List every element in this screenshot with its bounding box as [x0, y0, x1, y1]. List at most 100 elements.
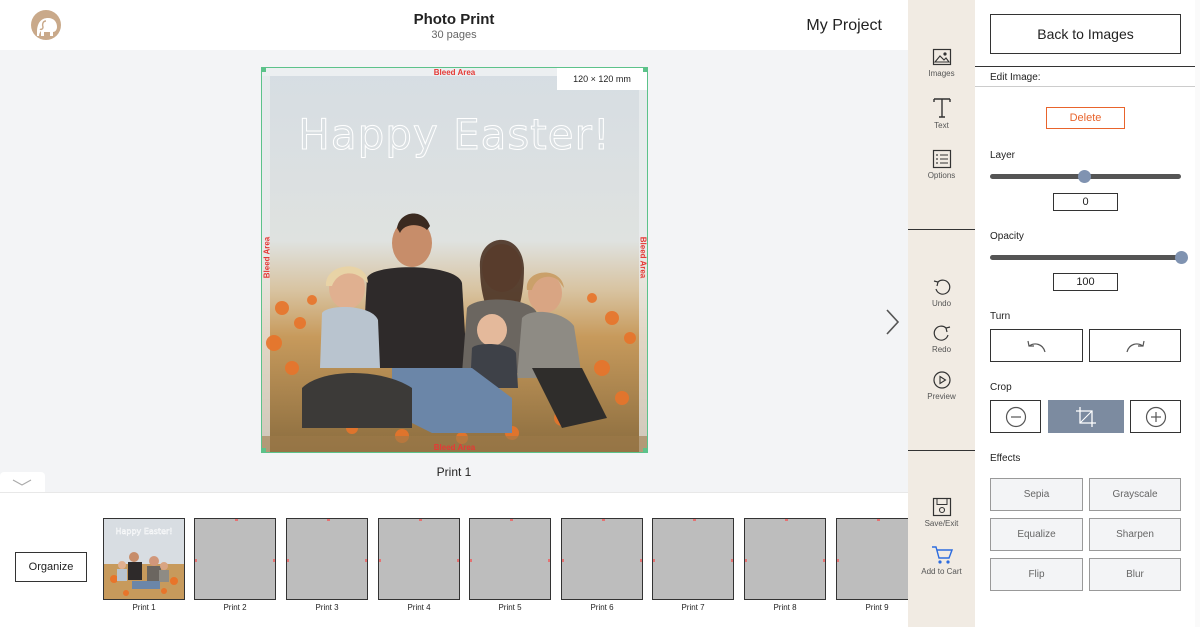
- layer-slider[interactable]: [990, 170, 1181, 183]
- resize-handle-top-right[interactable]: [643, 68, 647, 72]
- greeting-text[interactable]: Happy Easter!: [262, 110, 647, 160]
- thumbnail-print-3[interactable]: Print 3: [286, 518, 368, 612]
- effects-label: Effects: [990, 453, 1021, 464]
- resize-handle-top-left[interactable]: [262, 68, 266, 72]
- crop-icon: [1076, 406, 1096, 427]
- organize-button[interactable]: Organize: [15, 552, 87, 582]
- thumbnail-print-7[interactable]: Print 7: [652, 518, 734, 612]
- plus-circle-icon: [1145, 406, 1166, 427]
- save-exit-button[interactable]: Save/Exit: [908, 497, 975, 528]
- options-tool-label: Options: [927, 171, 956, 180]
- resize-handle-bottom-right[interactable]: [643, 448, 647, 452]
- edit-image-panel: Back to Images Edit Image: Delete Layer …: [975, 0, 1200, 627]
- thumbnail-print-2[interactable]: Print 2: [194, 518, 276, 612]
- back-to-images-button[interactable]: Back to Images: [990, 14, 1181, 54]
- thumbnail-label: Print 9: [865, 603, 889, 612]
- redo-button[interactable]: Redo: [908, 323, 975, 354]
- filmstrip-collapse-tab[interactable]: [0, 472, 45, 492]
- undo-button[interactable]: Undo: [908, 277, 975, 308]
- images-tool[interactable]: Images: [908, 47, 975, 78]
- opacity-slider-handle[interactable]: [1175, 251, 1188, 264]
- thumbnail-image: [469, 518, 551, 600]
- panel-scrollbar[interactable]: [1195, 0, 1200, 627]
- opacity-slider[interactable]: [990, 251, 1188, 264]
- thumbnail-print-1[interactable]: Happy Easter! Print 1: [103, 518, 185, 612]
- thumbnail-image: [652, 518, 734, 600]
- thumbnail-greeting: Happy Easter!: [115, 527, 172, 536]
- minus-circle-icon: [1005, 406, 1026, 427]
- thumbnail-print-9[interactable]: Print 9: [836, 518, 908, 612]
- bleed-label-right: Bleed Area: [637, 236, 647, 279]
- thumbnail-label: Print 8: [773, 603, 797, 612]
- chevron-down-icon: [12, 479, 32, 486]
- thumbnail-print-6[interactable]: Print 6: [561, 518, 643, 612]
- edit-image-heading: Edit Image:: [990, 72, 1041, 83]
- page-count: 30 pages: [431, 29, 477, 41]
- project-name[interactable]: My Project: [806, 17, 882, 35]
- grayscale-effect-button[interactable]: Grayscale: [1089, 478, 1181, 511]
- panel-divider: [975, 66, 1200, 67]
- panel-divider: [975, 86, 1200, 87]
- rotate-left-icon: [1026, 340, 1046, 352]
- text-icon: [932, 98, 951, 118]
- layer-value-field[interactable]: 0: [1053, 193, 1118, 211]
- bleed-label-left: Bleed Area: [262, 236, 272, 279]
- bleed-label-top: Bleed Area: [433, 68, 476, 77]
- resize-handle-bottom-left[interactable]: [262, 448, 266, 452]
- undo-icon: [933, 279, 950, 295]
- add-to-cart-label: Add to Cart: [921, 567, 962, 576]
- text-tool-label: Text: [934, 121, 949, 130]
- chevron-right-icon[interactable]: [882, 308, 902, 336]
- save-exit-label: Save/Exit: [924, 519, 959, 528]
- bleed-label-bottom: Bleed Area: [433, 443, 476, 452]
- main-area: Photo Print 30 pages My Project Happy Ea…: [0, 0, 908, 627]
- layer-label: Layer: [990, 150, 1016, 161]
- thumbnail-label: Print 5: [498, 603, 522, 612]
- thumbnail-label: Print 6: [590, 603, 614, 612]
- thumbnail-image: [286, 518, 368, 600]
- thumbnail-label: Print 2: [223, 603, 247, 612]
- text-tool[interactable]: Text: [908, 97, 975, 130]
- photo-print-editor: Photo Print 30 pages My Project Happy Ea…: [0, 0, 1200, 627]
- add-to-cart-button[interactable]: Add to Cart: [908, 545, 975, 576]
- thumbnail-label: Print 3: [315, 603, 339, 612]
- blur-effect-button[interactable]: Blur: [1089, 558, 1181, 591]
- preview-button[interactable]: Preview: [908, 370, 975, 401]
- delete-button[interactable]: Delete: [1046, 107, 1125, 129]
- play-circle-icon: [932, 371, 951, 389]
- rotate-left-button[interactable]: [990, 329, 1083, 362]
- list-icon: [932, 149, 951, 169]
- rotate-right-icon: [1126, 340, 1145, 352]
- opacity-value-field[interactable]: 100: [1053, 273, 1118, 291]
- zoom-out-button[interactable]: [990, 400, 1041, 433]
- crop-button[interactable]: [1048, 400, 1124, 433]
- thumbnail-label: Print 1: [132, 603, 156, 612]
- undo-label: Undo: [931, 299, 952, 308]
- flip-effect-button[interactable]: Flip: [990, 558, 1083, 591]
- rotate-right-button[interactable]: [1089, 329, 1181, 362]
- thumbnail-label: Print 7: [681, 603, 705, 612]
- sepia-effect-button[interactable]: Sepia: [990, 478, 1083, 511]
- page-title: Photo Print: [413, 11, 495, 28]
- thumbnail-image: Happy Easter!: [103, 518, 185, 600]
- images-tool-label: Images: [928, 69, 955, 78]
- save-icon: [932, 497, 951, 517]
- thumbnail-print-5[interactable]: Print 5: [469, 518, 551, 612]
- page-filmstrip: Organize Happy Easter! Print 1 Print 2 P…: [0, 492, 908, 627]
- equalize-effect-button[interactable]: Equalize: [990, 518, 1083, 551]
- print-caption: Print 1: [436, 465, 472, 479]
- thumbnail-image: [378, 518, 460, 600]
- options-tool[interactable]: Options: [908, 149, 975, 180]
- crop-label: Crop: [990, 382, 1012, 393]
- print-canvas[interactable]: Happy Easter! 120 × 120 mm Bleed Area Bl…: [261, 67, 648, 453]
- thumbnail-image: [194, 518, 276, 600]
- top-bar: Photo Print 30 pages My Project: [0, 0, 908, 50]
- zoom-in-button[interactable]: [1130, 400, 1181, 433]
- sharpen-effect-button[interactable]: Sharpen: [1089, 518, 1181, 551]
- image-icon: [932, 48, 951, 66]
- thumbnail-print-4[interactable]: Print 4: [378, 518, 460, 612]
- redo-label: Redo: [931, 345, 952, 354]
- layer-slider-handle[interactable]: [1077, 170, 1091, 183]
- preview-label: Preview: [927, 392, 956, 401]
- thumbnail-print-8[interactable]: Print 8: [744, 518, 826, 612]
